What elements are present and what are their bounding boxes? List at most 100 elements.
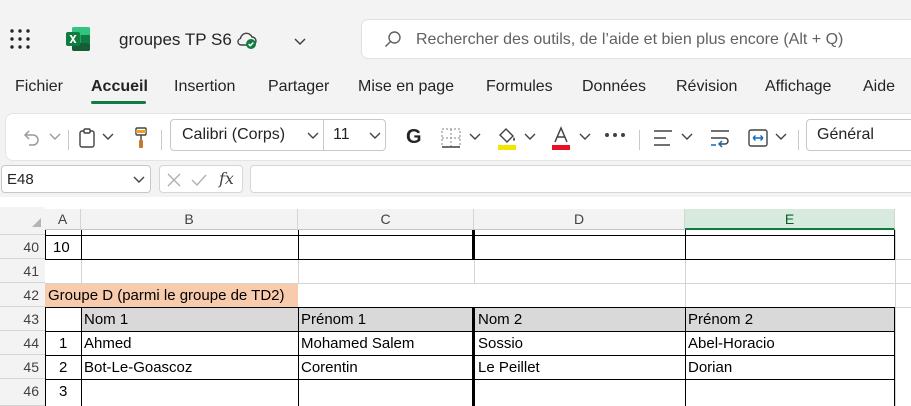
search-box[interactable]: Rechercher des outils, de l’aide et bien…: [361, 19, 911, 59]
border: [45, 235, 895, 236]
cell-d43[interactable]: Nom 2: [475, 308, 522, 331]
merge-chevron-down-icon[interactable]: [775, 133, 787, 141]
paste-chevron-down-icon[interactable]: [102, 133, 114, 141]
separator: [68, 130, 69, 150]
formula-bar-area: E48 fx: [0, 164, 911, 197]
align-icon[interactable]: [652, 128, 674, 148]
name-box-chevron-down-icon[interactable]: [133, 176, 145, 184]
cell-c44[interactable]: Mohamed Salem: [298, 332, 414, 355]
column-header-d[interactable]: D: [474, 209, 685, 230]
separator: [161, 130, 162, 150]
align-chevron-down-icon[interactable]: [681, 133, 693, 141]
cell-e44[interactable]: Abel-Horacio: [685, 332, 775, 355]
select-all-corner[interactable]: [0, 207, 45, 230]
font-chevron-down-icon[interactable]: [307, 132, 319, 140]
cell-e43[interactable]: Prénom 2: [685, 308, 753, 331]
wrap-text-icon[interactable]: [709, 128, 731, 148]
cell-a46[interactable]: 3: [56, 380, 67, 403]
row-header-44[interactable]: 44: [0, 331, 45, 355]
column-header-b[interactable]: B: [81, 209, 298, 230]
border: [894, 307, 895, 406]
border: [45, 379, 895, 380]
gridline: [474, 259, 475, 283]
search-icon: [384, 30, 402, 48]
font-color-icon[interactable]: [550, 125, 572, 151]
insert-function-icon[interactable]: fx: [219, 169, 234, 188]
cell-a40[interactable]: 10: [50, 236, 70, 259]
column-header-e[interactable]: E: [685, 209, 895, 230]
excel-logo-icon: [65, 26, 91, 52]
tab-donnees[interactable]: Données: [582, 78, 646, 96]
name-box[interactable]: E48: [1, 165, 151, 193]
font-size[interactable]: 11: [333, 126, 350, 144]
formula-buttons: fx: [159, 165, 243, 193]
cell-d45[interactable]: Le Peillet: [475, 356, 540, 379]
separator: [639, 130, 640, 150]
chevron-down-icon[interactable]: [293, 34, 307, 46]
undo-icon[interactable]: [21, 128, 41, 148]
fill-color-chevron-down-icon[interactable]: [524, 133, 536, 141]
format-painter-icon[interactable]: [132, 126, 150, 150]
gridline: [81, 259, 82, 283]
row-header-45[interactable]: 45: [0, 355, 45, 379]
bold-button[interactable]: G: [406, 126, 422, 149]
fill-color-icon[interactable]: [496, 125, 518, 151]
formula-input[interactable]: [250, 165, 911, 193]
tab-fichier[interactable]: Fichier: [15, 78, 63, 96]
paste-icon[interactable]: [78, 127, 96, 149]
tab-insertion[interactable]: Insertion: [174, 78, 235, 96]
undo-chevron-down-icon[interactable]: [49, 133, 61, 141]
cell-b44[interactable]: Ahmed: [81, 332, 132, 355]
row-header-43[interactable]: 43: [0, 307, 45, 331]
border: [45, 307, 46, 406]
tab-accueil[interactable]: Accueil: [91, 78, 148, 96]
column-header-a[interactable]: A: [45, 209, 81, 230]
gridline: [685, 259, 686, 307]
tab-mise-en-page[interactable]: Mise en page: [358, 78, 454, 96]
merge-cells-icon[interactable]: [747, 127, 769, 149]
cell-a45[interactable]: 2: [56, 356, 67, 379]
confirm-icon[interactable]: [190, 172, 208, 188]
cell-c43[interactable]: Prénom 1: [298, 308, 366, 331]
row-header-46[interactable]: 46: [0, 379, 45, 406]
font-selector[interactable]: Calibri (Corps) 11: [170, 119, 386, 151]
search-placeholder: Rechercher des outils, de l’aide et bien…: [416, 31, 844, 48]
gridline: [895, 230, 896, 406]
more-options-icon[interactable]: [604, 132, 626, 138]
separator: [323, 120, 324, 150]
gridline: [298, 259, 299, 283]
cell-d44[interactable]: Sossio: [475, 332, 523, 355]
ribbon-area: Calibri (Corps) 11 G Général: [0, 108, 911, 164]
number-format: Général: [817, 126, 874, 143]
column-header-c[interactable]: C: [298, 209, 474, 230]
font-size-chevron-down-icon[interactable]: [369, 132, 381, 140]
cell-b45[interactable]: Bot-Le-Goascoz: [81, 356, 192, 379]
borders-chevron-down-icon[interactable]: [469, 133, 481, 141]
borders-icon[interactable]: [440, 127, 462, 149]
separator: [798, 130, 799, 150]
tab-partager[interactable]: Partager: [268, 78, 329, 96]
title-bar: groupes TP S6 Rechercher des outils, de …: [0, 0, 911, 62]
cloud-saved-icon[interactable]: [235, 30, 259, 50]
tab-affichage[interactable]: Affichage: [765, 78, 831, 96]
border: [45, 307, 895, 308]
cell-b43[interactable]: Nom 1: [81, 308, 128, 331]
cell-c45[interactable]: Corentin: [298, 356, 358, 379]
spreadsheet-grid: A B C D E 40 41 42 43 44 45 46 10 Groupe…: [0, 197, 911, 406]
font-color-chevron-down-icon[interactable]: [579, 133, 591, 141]
tab-formules[interactable]: Formules: [486, 78, 553, 96]
cell-e45[interactable]: Dorian: [685, 356, 732, 379]
name-box-value: E48: [7, 171, 34, 188]
row-header-42[interactable]: 42: [0, 283, 45, 307]
tab-revision[interactable]: Révision: [676, 78, 737, 96]
row-header-40[interactable]: 40: [0, 235, 45, 259]
app-launcher-icon[interactable]: [9, 28, 31, 50]
cell-a44[interactable]: 1: [56, 332, 67, 355]
tab-aide[interactable]: Aide: [863, 78, 895, 96]
border: [45, 259, 895, 260]
row-header-41[interactable]: 41: [0, 259, 45, 283]
document-title[interactable]: groupes TP S6: [119, 30, 232, 50]
number-format-selector[interactable]: Général: [806, 119, 911, 151]
cell-a42[interactable]: Groupe D (parmi le groupe de TD2): [45, 284, 285, 307]
cancel-icon[interactable]: [166, 172, 182, 188]
